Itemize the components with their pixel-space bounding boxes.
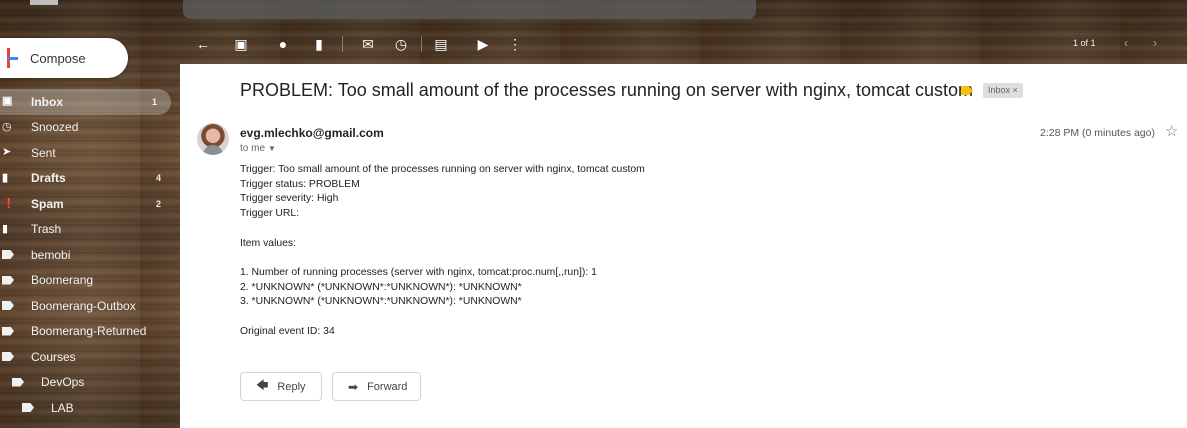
sidebar-item-boomerang-outbox[interactable]: Boomerang-Outbox: [0, 293, 175, 319]
sidebar-item-lab[interactable]: LAB: [0, 395, 175, 421]
chevron-down-icon[interactable]: ▼: [268, 144, 276, 153]
forward-label: Forward: [367, 380, 408, 393]
reply-button[interactable]: 🡄 Reply: [240, 372, 322, 401]
body-line: Trigger URL:: [240, 208, 300, 220]
sidebar: ▣ Inbox 1 ◷ Snoozed ➤ Sent ▮ Drafts 4 ❗ …: [0, 89, 175, 421]
body-line: 3. *UNKNOWN* (*UNKNOWN*:*UNKNOWN*): *UNK…: [240, 296, 522, 308]
inbox-icon: ▣: [2, 96, 12, 107]
message-body: Trigger: Too small amount of the process…: [240, 163, 645, 339]
sidebar-item-boomerang-returned[interactable]: Boomerang-Returned: [0, 319, 175, 345]
label-icon: [2, 250, 14, 259]
labels-icon[interactable]: ▶: [475, 36, 491, 52]
label-icon: [2, 326, 14, 336]
sidebar-item-label: Courses: [31, 349, 76, 364]
body-line: 2. *UNKNOWN* (*UNKNOWN*:*UNKNOWN*): *UNK…: [240, 281, 522, 293]
sidebar-item-label: Snoozed: [31, 120, 79, 135]
label-icon: [2, 352, 14, 361]
sidebar-item-label: LAB: [51, 400, 74, 415]
sidebar-item-devops[interactable]: DevOps: [0, 370, 175, 396]
sidebar-item-drafts[interactable]: ▮ Drafts 4: [0, 166, 175, 192]
compose-label: Compose: [30, 50, 86, 66]
label-icon: [2, 301, 14, 310]
unread-count: 1: [151, 96, 157, 107]
chevron-left-icon[interactable]: ‹: [1124, 36, 1128, 50]
sidebar-item-label: Inbox: [31, 94, 63, 109]
report-spam-icon[interactable]: ●: [275, 36, 291, 52]
sidebar-item-inbox[interactable]: ▣ Inbox 1: [0, 89, 171, 115]
reply-icon: 🡄: [256, 378, 269, 392]
sidebar-item-label: bemobi: [31, 247, 71, 262]
search-bar[interactable]: [183, 0, 756, 19]
body-line: Original event ID: 34: [240, 325, 335, 337]
forward-button[interactable]: ➡ Forward: [332, 372, 421, 401]
drafts-count: 4: [155, 173, 161, 184]
toolbar-divider: [421, 36, 422, 52]
trash-icon: ▮: [2, 223, 9, 235]
sidebar-item-label: Boomerang: [31, 273, 94, 288]
mark-unread-icon[interactable]: ✉: [360, 36, 376, 52]
delete-icon[interactable]: ▮: [311, 36, 327, 52]
recipient-details[interactable]: to me ▼: [240, 143, 276, 154]
sidebar-item-label: DevOps: [41, 375, 85, 390]
label-icon: [2, 275, 14, 285]
body-line: Trigger status: PROBLEM: [240, 178, 360, 190]
sender-email[interactable]: evg.mlechko@gmail.com: [240, 126, 384, 140]
spam-icon: ❗: [2, 198, 12, 209]
message-panel: PROBLEM: Too small amount of the process…: [180, 64, 1187, 428]
more-icon[interactable]: ⋮: [507, 36, 523, 52]
back-icon[interactable]: ←: [195, 36, 211, 52]
pager-count: 1 of 1: [1073, 38, 1096, 48]
sidebar-item-label: Sent: [31, 145, 56, 160]
spam-count: 2: [155, 198, 161, 209]
message-timestamp: 2:28 PM (0 minutes ago): [1040, 127, 1155, 139]
body-line: 1. Number of running processes (server w…: [240, 266, 597, 278]
avatar[interactable]: [197, 123, 229, 155]
sidebar-item-bemobi[interactable]: bemobi: [0, 242, 175, 268]
forward-icon: ➡: [348, 379, 359, 394]
sidebar-item-label: Boomerang-Outbox: [31, 298, 136, 313]
body-line: Item values:: [240, 237, 297, 249]
sidebar-item-label: Drafts: [31, 171, 66, 186]
clock-icon: ◷: [2, 121, 12, 133]
draft-icon: ▮: [2, 172, 9, 184]
send-icon: ➤: [2, 147, 12, 158]
move-to-icon[interactable]: ▤: [433, 36, 449, 52]
message-subject: PROBLEM: Too small amount of the process…: [240, 80, 973, 100]
recipient-label: to me: [240, 143, 266, 154]
sidebar-item-boomerang[interactable]: Boomerang: [0, 268, 175, 294]
toolbar-divider: [342, 36, 343, 52]
compose-button[interactable]: Compose: [0, 38, 128, 78]
sidebar-item-label: Spam: [31, 196, 64, 211]
reply-label: Reply: [277, 380, 306, 393]
label-icon: [22, 403, 34, 412]
chevron-right-icon[interactable]: ›: [1153, 36, 1157, 50]
compose-plus-icon: [2, 48, 18, 68]
inbox-label-chip[interactable]: Inbox ×: [983, 83, 1023, 98]
sidebar-item-sent[interactable]: ➤ Sent: [0, 140, 175, 166]
sidebar-item-label: Trash: [31, 222, 62, 237]
body-line: Trigger severity: High: [240, 193, 339, 205]
archive-icon[interactable]: ▣: [233, 36, 249, 52]
snooze-icon[interactable]: ◷: [393, 36, 409, 52]
sidebar-item-spam[interactable]: ❗ Spam 2: [0, 191, 175, 217]
label-icon: [12, 377, 24, 387]
sidebar-item-snoozed[interactable]: ◷ Snoozed: [0, 115, 175, 141]
message-toolbar: ← ▣ ● ▮ ✉ ◷ ▤ ▶ ⋮ 1 of 1 ‹ ›: [195, 34, 1185, 56]
gmail-logo-remnant: [30, 0, 58, 5]
sidebar-item-label: Boomerang-Returned: [31, 324, 147, 339]
star-icon[interactable]: ☆: [1165, 122, 1178, 140]
sidebar-item-trash[interactable]: ▮ Trash: [0, 217, 175, 243]
sidebar-item-courses[interactable]: Courses: [0, 344, 175, 370]
body-line: Trigger: Too small amount of the process…: [240, 164, 645, 175]
